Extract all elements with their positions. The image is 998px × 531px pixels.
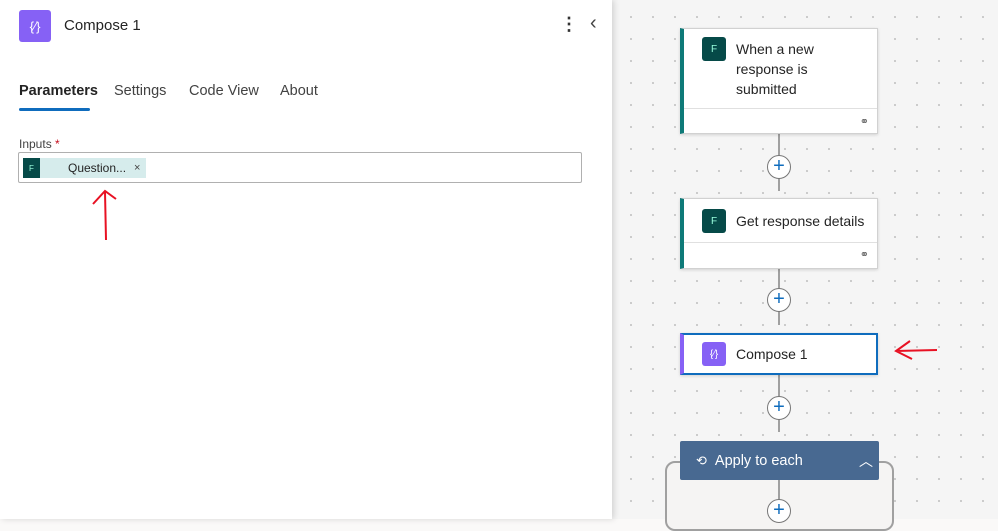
annotation-arrow-up bbox=[92, 189, 117, 241]
get-response-details-card[interactable]: F Get response details ⚭ bbox=[680, 198, 878, 269]
forms-icon: F bbox=[702, 209, 726, 233]
apply-to-each-header[interactable]: ⟲ Apply to each ︿ bbox=[680, 441, 879, 480]
collapse-panel-button[interactable]: ‹ bbox=[590, 12, 597, 35]
panel-title: Compose 1 bbox=[64, 17, 141, 34]
add-step-button[interactable]: + bbox=[767, 396, 791, 420]
more-options-button[interactable]: ⋮ bbox=[560, 14, 578, 35]
compose-icon: {⁄} bbox=[19, 10, 51, 42]
add-step-button[interactable]: + bbox=[767, 288, 791, 312]
token-label: Question... bbox=[68, 161, 127, 175]
loop-icon: ⟲ bbox=[696, 452, 707, 468]
connection-link-icon: ⚭ bbox=[859, 116, 869, 128]
forms-icon: F bbox=[23, 158, 40, 178]
active-tab-indicator bbox=[19, 108, 90, 111]
compose-details-panel: {⁄} Compose 1 ⋮ ‹ Parameters Settings Co… bbox=[0, 0, 612, 519]
required-mark: * bbox=[55, 137, 60, 151]
inputs-label: Inputs * bbox=[19, 137, 60, 151]
inputs-label-text: Inputs bbox=[19, 137, 52, 151]
trigger-label: When a new response is submitted bbox=[736, 41, 814, 97]
token-question[interactable]: F Question... × bbox=[23, 158, 146, 178]
action-label: Get response details bbox=[736, 213, 865, 229]
add-step-button[interactable]: + bbox=[767, 499, 791, 523]
compose-card[interactable]: {⁄} Compose 1 bbox=[680, 333, 878, 375]
inputs-field[interactable]: F Question... × bbox=[18, 152, 582, 183]
connection-link-icon: ⚭ bbox=[859, 249, 869, 261]
loop-label: Apply to each bbox=[714, 452, 803, 469]
tab-code-view[interactable]: Code View bbox=[189, 83, 259, 99]
annotation-arrow-left bbox=[894, 340, 938, 360]
add-step-button[interactable]: + bbox=[767, 155, 791, 179]
token-remove-button[interactable]: × bbox=[134, 162, 140, 174]
compose-label: Compose 1 bbox=[736, 346, 808, 362]
forms-icon: F bbox=[702, 37, 726, 61]
tab-parameters[interactable]: Parameters bbox=[19, 83, 98, 99]
trigger-card[interactable]: F When a new response is submitted ⚭ bbox=[680, 28, 878, 134]
collapse-chevron-icon[interactable]: ︿ bbox=[859, 451, 873, 471]
tab-about[interactable]: About bbox=[280, 83, 318, 99]
compose-icon: {⁄} bbox=[702, 342, 726, 366]
tab-settings[interactable]: Settings bbox=[114, 83, 166, 99]
